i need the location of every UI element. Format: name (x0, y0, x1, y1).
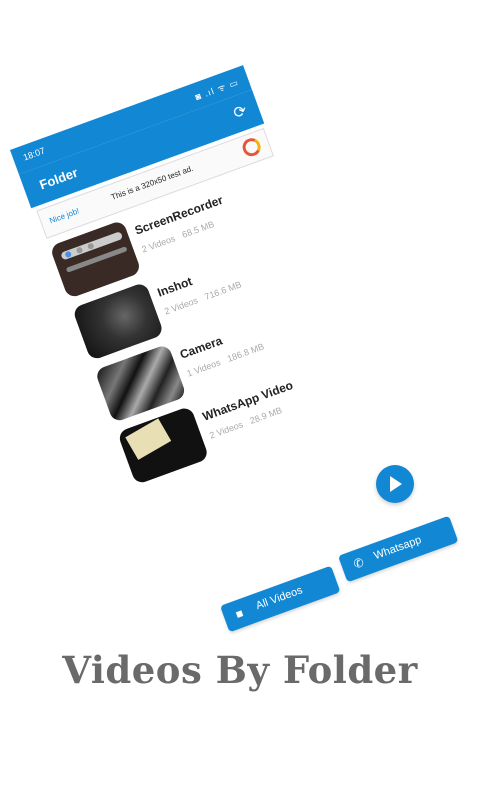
folder-thumbnail (117, 405, 210, 486)
ad-nice-label: Nice job! (48, 206, 81, 226)
app-title: Folder (37, 164, 80, 193)
headline: Videos By Folder (62, 648, 418, 692)
folder-size: 716.6 MB (203, 279, 243, 302)
play-button[interactable] (376, 465, 414, 503)
folder-count: 2 Videos (140, 233, 177, 255)
whatsapp-icon: ✆ (351, 555, 366, 572)
folder-size: 28.9 MB (248, 405, 284, 426)
status-time: 18:07 (21, 145, 47, 163)
folder-size: 68.5 MB (180, 219, 216, 240)
folder-size: 186.8 MB (225, 341, 266, 364)
folder-name: Inshot (155, 274, 195, 300)
ad-logo-icon (240, 135, 264, 159)
video-camera-icon: ■ (233, 605, 246, 622)
folder-count: 1 Videos (185, 357, 222, 379)
folder-count: 2 Videos (162, 295, 200, 317)
refresh-icon[interactable]: ⟳ (230, 100, 249, 123)
play-icon (390, 476, 402, 492)
folder-count: 2 Videos (208, 419, 245, 441)
